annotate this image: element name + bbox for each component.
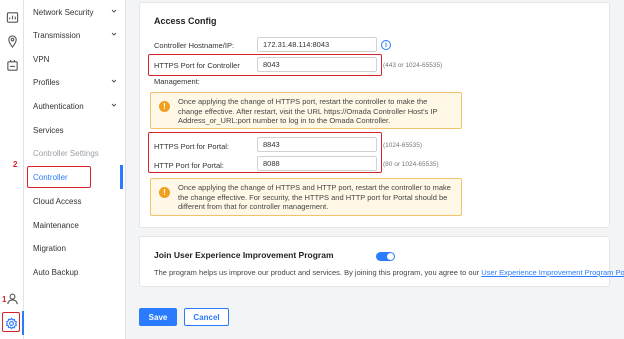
- nav-item-network-security[interactable]: Network Security: [24, 0, 126, 24]
- portal-warning-box: ! Once applying the change of HTTPS and …: [150, 178, 462, 216]
- nav-section-controller-settings: Controller Settings: [24, 141, 126, 165]
- https-controller-port-input[interactable]: [257, 57, 377, 72]
- https-portal-port-input[interactable]: [257, 137, 377, 152]
- improvement-program-title: Join User Experience Improvement Program: [154, 250, 334, 260]
- warning-icon: !: [159, 101, 170, 112]
- nav-item-maintenance[interactable]: Maintenance: [24, 213, 126, 237]
- annotation-number-2: 2: [13, 160, 18, 169]
- nav-item-authentication[interactable]: Authentication: [24, 94, 126, 118]
- https-portal-label: HTTPS Port for Portal:: [154, 142, 230, 151]
- https-portal-hint: (1024-65535): [383, 142, 423, 149]
- controller-highlight-box: [27, 166, 91, 188]
- nav-item-migration[interactable]: Migration: [24, 236, 126, 260]
- nav-item-services[interactable]: Services: [24, 118, 126, 142]
- location-icon[interactable]: [4, 33, 20, 49]
- http-portal-hint: (80 or 1024-65535): [383, 161, 439, 168]
- nav-item-transmission[interactable]: Transmission: [24, 23, 126, 47]
- https-warning-text: Once applying the change of HTTPS port, …: [178, 97, 438, 125]
- portal-warning-text: Once applying the change of HTTPS and HT…: [178, 183, 451, 211]
- nav-item-vpn[interactable]: VPN: [24, 47, 126, 71]
- nav-item-auto-backup[interactable]: Auto Backup: [24, 260, 126, 284]
- improvement-program-card: [139, 236, 610, 287]
- nav-section-label: Controller Settings: [33, 148, 99, 158]
- devices-icon[interactable]: [4, 57, 20, 73]
- nav-item-label: Services: [33, 125, 64, 135]
- http-portal-port-input[interactable]: [257, 156, 377, 171]
- nav-item-cloud-access[interactable]: Cloud Access: [24, 189, 126, 213]
- management-label: Management:: [154, 77, 200, 86]
- nav-item-label: Migration: [33, 243, 66, 253]
- info-icon[interactable]: i: [381, 40, 391, 50]
- chevron-down-icon: [111, 103, 117, 107]
- nav-active-indicator: [120, 165, 123, 189]
- https-warning-box: ! Once applying the change of HTTPS port…: [150, 92, 462, 129]
- http-portal-label: HTTP Port for Portal:: [154, 161, 224, 170]
- https-controller-hint: (443 or 1024-65535): [383, 62, 443, 69]
- settings-icon[interactable]: [3, 315, 19, 331]
- nav-item-label: Maintenance: [33, 220, 79, 230]
- description-text: The program helps us improve our product…: [154, 268, 482, 277]
- save-button[interactable]: Save: [139, 308, 177, 326]
- access-config-title: Access Config: [154, 16, 217, 26]
- nav-item-label: VPN: [33, 54, 50, 64]
- dashboard-icon[interactable]: [4, 9, 20, 25]
- icon-rail: 1: [0, 0, 24, 339]
- nav-item-label: Auto Backup: [33, 267, 79, 277]
- chevron-down-icon: [111, 9, 117, 13]
- policy-link[interactable]: User Experience Improvement Program Poli…: [481, 268, 624, 277]
- hostname-label: Controller Hostname/IP:: [154, 41, 235, 50]
- chevron-down-icon: [111, 32, 117, 36]
- user-icon[interactable]: [4, 290, 20, 306]
- nav-item-profiles[interactable]: Profiles: [24, 70, 126, 94]
- hostname-input[interactable]: [257, 37, 377, 52]
- improvement-program-toggle[interactable]: [376, 252, 395, 261]
- chevron-down-icon: [111, 79, 117, 83]
- nav-item-label: Transmission: [33, 30, 81, 40]
- https-controller-label: HTTPS Port for Controller: [154, 61, 240, 70]
- nav-item-label: Authentication: [33, 101, 84, 111]
- nav-item-label: Profiles: [33, 77, 60, 87]
- nav-item-label: Network Security: [33, 7, 94, 17]
- toggle-knob: [387, 253, 394, 260]
- cancel-button[interactable]: Cancel: [184, 308, 229, 326]
- nav-item-label: Cloud Access: [33, 196, 82, 206]
- warning-icon: !: [159, 187, 170, 198]
- improvement-program-description: The program helps us improve our product…: [154, 268, 624, 277]
